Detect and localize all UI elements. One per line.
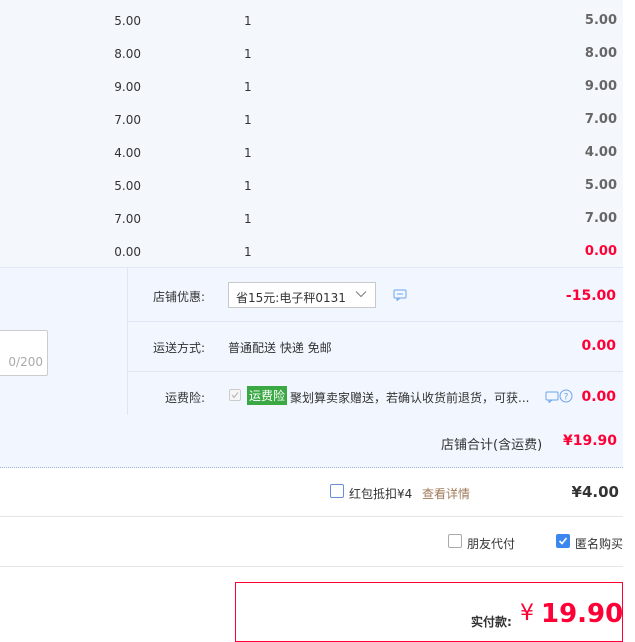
item-quantity: 1 — [244, 212, 252, 226]
store-total-bar: 店铺合计(含运费) ¥19.90 — [0, 415, 623, 468]
store-discount-selected: 省15元:电子秤0131 — [236, 291, 346, 305]
insurance-label: 运费险: — [165, 391, 206, 405]
item-unit-price: 8.00 — [114, 47, 141, 61]
item-subtotal: 9.00 — [584, 79, 617, 94]
red-packet-details-link[interactable]: 查看详情 — [422, 485, 470, 502]
item-subtotal: 7.00 — [584, 211, 617, 226]
chat-icon[interactable] — [545, 391, 559, 403]
item-row: 7.00 1 7.00 — [0, 201, 623, 234]
order-options-panel: 0/200 店铺优惠: 省15元:电子秤0131 -15.00 运送方式: 普通… — [0, 267, 623, 416]
check-icon — [231, 392, 239, 399]
item-subtotal: 8.00 — [584, 46, 617, 61]
payment-amount: 19.90 — [541, 599, 624, 629]
item-quantity: 1 — [244, 113, 252, 127]
payment-label: 实付款: — [471, 615, 512, 629]
buyer-message-textarea[interactable]: 0/200 — [0, 330, 48, 376]
payment-currency: ¥ — [520, 601, 534, 626]
divider — [0, 516, 623, 517]
item-unit-price: 9.00 — [114, 80, 141, 94]
item-subtotal: 5.00 — [584, 178, 617, 193]
item-row: 7.00 1 7.00 — [0, 102, 623, 135]
check-icon — [558, 537, 568, 545]
insurance-amount: 0.00 — [581, 389, 616, 405]
item-unit-price: 0.00 — [114, 245, 141, 259]
store-total-amount: ¥19.90 — [562, 433, 617, 449]
chat-icon[interactable] — [393, 289, 407, 301]
insurance-checkbox — [229, 389, 241, 401]
item-quantity: 1 — [244, 179, 252, 193]
payment-summary-box: 实付款: ¥ 19.90 — [235, 582, 623, 642]
order-items-list: 5.00 1 5.00 8.00 1 8.00 9.00 1 9.00 7.00 1 7.00 4.00… — [0, 0, 623, 267]
friend-pay-checkbox[interactable] — [448, 534, 462, 548]
item-quantity: 1 — [244, 47, 252, 61]
insurance-description: 聚划算卖家赠送，若确认收货前退货，可获... — [290, 391, 530, 405]
item-subtotal: 5.00 — [584, 13, 617, 28]
insurance-tag: 运费险 — [247, 386, 288, 405]
item-subtotal: 4.00 — [584, 145, 617, 160]
item-unit-price: 5.00 — [114, 14, 141, 28]
item-row: 5.00 1 5.00 — [0, 168, 623, 201]
panel-divider — [127, 268, 128, 416]
item-subtotal: 0.00 — [584, 244, 617, 259]
item-row: 8.00 1 8.00 — [0, 36, 623, 69]
item-unit-price: 7.00 — [114, 212, 141, 226]
shipping-amount: 0.00 — [581, 338, 616, 354]
red-packet-checkbox[interactable] — [330, 484, 344, 498]
item-quantity: 1 — [244, 245, 252, 259]
item-unit-price: 5.00 — [114, 179, 141, 193]
store-total-label: 店铺合计(含运费) — [441, 438, 543, 453]
anonymous-label: 匿名购买 — [575, 537, 624, 551]
chevron-down-icon — [355, 291, 367, 298]
item-row: 9.00 1 9.00 — [0, 69, 623, 102]
divider — [0, 566, 623, 567]
red-packet-label: 红包抵扣¥4 — [349, 487, 413, 501]
red-packet-amount: ¥4.00 — [571, 483, 619, 501]
item-row: 4.00 1 4.00 — [0, 135, 623, 168]
item-row: 5.00 1 5.00 — [0, 3, 623, 36]
message-char-counter: 0/200 — [8, 355, 43, 369]
store-discount-select[interactable]: 省15元:电子秤0131 — [228, 282, 376, 308]
help-icon[interactable]: ? — [559, 389, 573, 403]
item-quantity: 1 — [244, 80, 252, 94]
item-unit-price: 7.00 — [114, 113, 141, 127]
item-subtotal: 7.00 — [584, 112, 617, 127]
store-discount-label: 店铺优惠: — [153, 290, 206, 304]
item-unit-price: 4.00 — [114, 146, 141, 160]
item-row: 0.00 1 0.00 — [0, 234, 623, 267]
shipping-label: 运送方式: — [153, 341, 206, 355]
friend-pay-label: 朋友代付 — [467, 537, 516, 551]
svg-text:?: ? — [564, 393, 569, 403]
item-quantity: 1 — [244, 14, 252, 28]
shipping-method: 普通配送 快递 免邮 — [228, 341, 332, 355]
row-divider — [128, 371, 623, 372]
anonymous-checkbox[interactable] — [556, 534, 570, 548]
item-quantity: 1 — [244, 146, 252, 160]
row-divider — [128, 321, 623, 322]
store-discount-amount: -15.00 — [565, 288, 616, 304]
